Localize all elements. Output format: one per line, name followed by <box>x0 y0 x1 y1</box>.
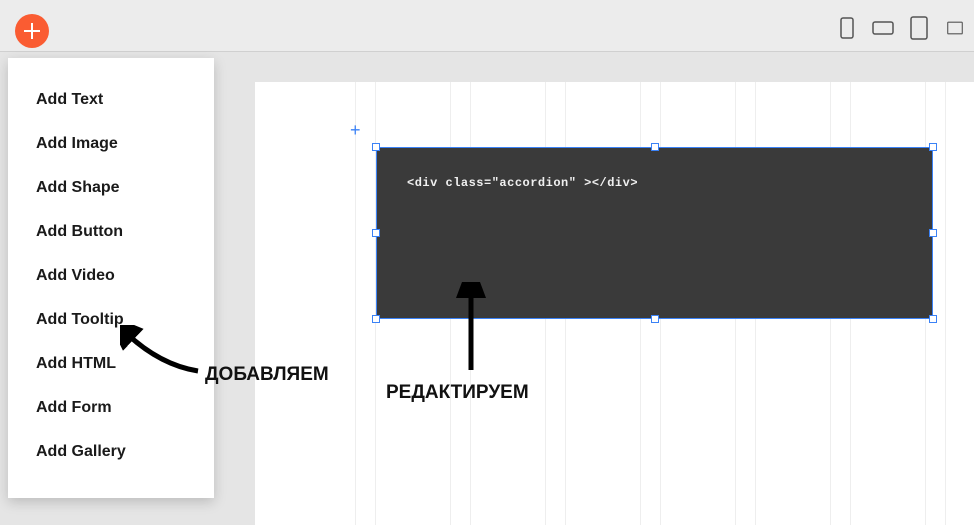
device-preview-group <box>836 14 966 42</box>
menu-item-add-video[interactable]: Add Video <box>8 254 214 298</box>
resize-handle-mid-top[interactable] <box>651 143 659 151</box>
resize-handle-mid-left[interactable] <box>372 229 380 237</box>
menu-item-add-text[interactable]: Add Text <box>8 78 214 122</box>
resize-handle-mid-right[interactable] <box>929 229 937 237</box>
annotation-label-add: ДОБАВЛЯЕМ <box>205 364 329 386</box>
annotation-arrow-add <box>120 325 200 380</box>
menu-item-add-image[interactable]: Add Image <box>8 122 214 166</box>
resize-handle-top-left[interactable] <box>372 143 380 151</box>
insert-crosshair-icon: + <box>350 123 366 139</box>
device-phone-landscape-icon[interactable] <box>872 14 894 42</box>
resize-handle-bottom-right[interactable] <box>929 315 937 323</box>
add-element-menu: Add Text Add Image Add Shape Add Button … <box>8 58 214 498</box>
device-tablet-landscape-icon[interactable] <box>944 14 966 42</box>
menu-item-add-button[interactable]: Add Button <box>8 210 214 254</box>
device-tablet-portrait-icon[interactable] <box>908 14 930 42</box>
device-phone-portrait-icon[interactable] <box>836 14 858 42</box>
plus-icon <box>24 23 40 39</box>
menu-item-add-form[interactable]: Add Form <box>8 386 214 430</box>
top-toolbar <box>0 0 974 52</box>
annotation-label-edit: РЕДАКТИРУЕМ <box>386 382 529 404</box>
menu-item-add-shape[interactable]: Add Shape <box>8 166 214 210</box>
add-element-button[interactable] <box>15 14 49 48</box>
menu-item-add-gallery[interactable]: Add Gallery <box>8 430 214 474</box>
resize-handle-bottom-left[interactable] <box>372 315 380 323</box>
annotation-arrow-edit <box>456 282 486 377</box>
resize-handle-mid-bottom[interactable] <box>651 315 659 323</box>
resize-handle-top-right[interactable] <box>929 143 937 151</box>
